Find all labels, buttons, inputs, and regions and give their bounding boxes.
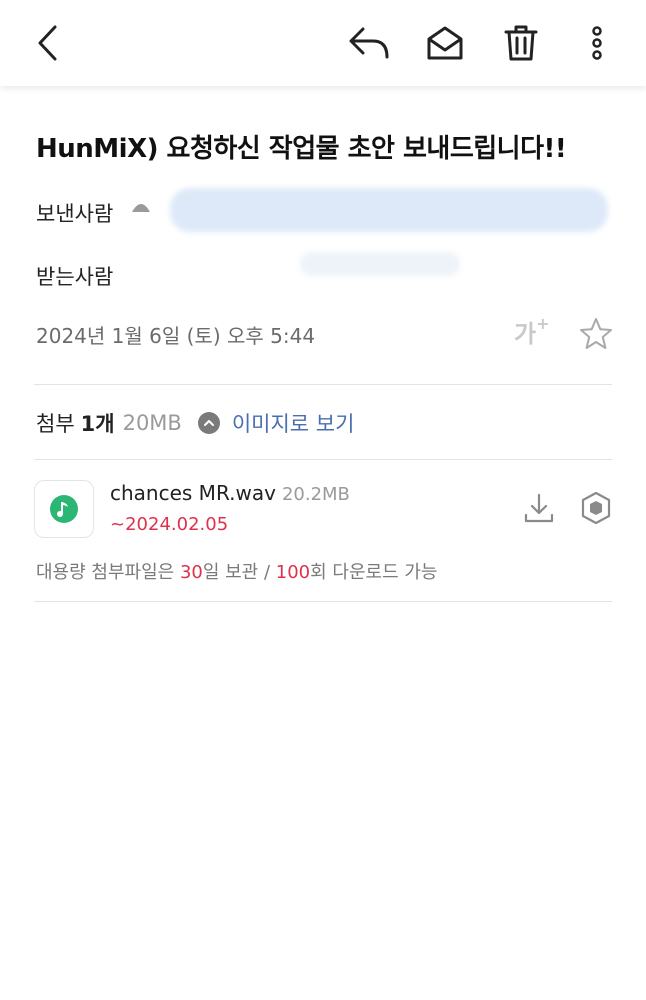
file-name-text: chances MR.wav [110, 481, 276, 505]
sender-avatar-icon [132, 204, 150, 212]
mail-date: 2024년 1월 6일 (토) 오후 5:44 [36, 324, 316, 348]
star-icon[interactable] [578, 316, 614, 352]
recipient-label: 받는사람 [36, 265, 114, 289]
file-size: 20.2MB [281, 484, 350, 505]
recipient-address-redacted[interactable] [300, 252, 460, 276]
attachments-count: 1개 [80, 412, 115, 436]
more-vertical-icon [592, 26, 602, 60]
more-button[interactable] [572, 18, 622, 68]
font-size-plus: + [536, 314, 550, 333]
delete-button[interactable] [496, 18, 546, 68]
notice-days: 30 [179, 562, 203, 583]
reply-icon [349, 27, 389, 59]
mail-subject: HunMiX) 요청하신 작업물 초안 보내드립니다!! [36, 134, 567, 164]
trash-icon [504, 25, 538, 61]
font-size-button[interactable]: 가+ [514, 314, 554, 354]
attachments-header: 첨부 1개 20MB 이미지로 보기 [36, 408, 354, 438]
collapse-attachments-button[interactable] [197, 412, 220, 434]
view-as-images-link[interactable]: 이미지로 보기 [232, 408, 355, 438]
attachments-divider [34, 459, 612, 460]
notice-prefix: 대용량 첨부파일은 [36, 562, 180, 583]
sender-address-redacted[interactable] [170, 188, 608, 232]
attachment-file-name[interactable]: chances MR.wav 20.2MB [110, 481, 350, 505]
top-toolbar [0, 0, 646, 86]
large-attachment-notice: 대용량 첨부파일은 30일 보관 / 100회 다운로드 가능 [36, 558, 438, 584]
attachments-total-size: 20MB [122, 411, 182, 435]
notice-mid: 일 보관 / [202, 562, 276, 583]
notice-downloads: 100 [275, 562, 311, 583]
notice-suffix: 회 다운로드 가능 [310, 562, 438, 583]
chevron-up-icon [203, 420, 214, 426]
header-divider [34, 384, 612, 385]
notice-divider [34, 601, 612, 602]
attachments-label: 첨부 [36, 412, 75, 436]
font-size-label: 가 [514, 320, 537, 348]
audio-file-icon [50, 495, 78, 523]
download-icon[interactable] [522, 491, 556, 525]
file-type-thumbnail[interactable] [34, 480, 94, 538]
file-expiry-date: ~2024.02.05 [110, 514, 229, 535]
reply-button[interactable] [344, 18, 394, 68]
back-button[interactable] [22, 18, 72, 68]
mark-unread-button[interactable] [420, 18, 470, 68]
cloud-save-icon[interactable] [580, 491, 612, 525]
back-arrow-icon [38, 25, 57, 61]
envelope-icon [427, 26, 463, 60]
sender-label: 보낸사람 [36, 202, 114, 226]
